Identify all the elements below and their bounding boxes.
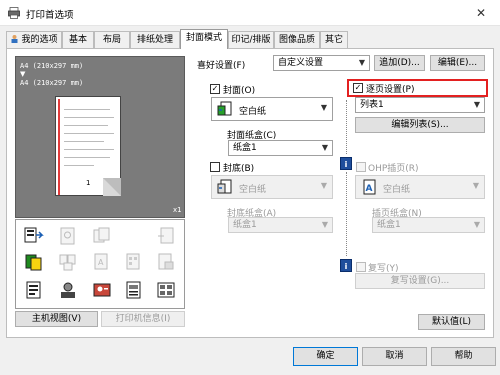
user-card-icon[interactable] xyxy=(58,280,78,300)
tab-label: 封面模式 xyxy=(185,33,222,43)
back-cover-paper-select[interactable]: 空白纸 ▼ xyxy=(211,175,333,199)
cover-page-icon xyxy=(217,179,232,194)
preview-paper-size-2: A4 (210x297 mm) xyxy=(20,79,84,87)
tab-other[interactable]: 其它 xyxy=(320,31,348,48)
page-curl xyxy=(103,178,121,196)
ok-button[interactable]: 确定 xyxy=(293,347,358,366)
chevron-down-icon: ▼ xyxy=(472,181,479,190)
tab-basic[interactable]: 基本 xyxy=(62,31,94,48)
ohp-checkbox[interactable] xyxy=(356,162,366,172)
per-page-list-select[interactable]: 列表1 ▼ xyxy=(355,97,485,113)
chevron-down-icon: ▼ xyxy=(473,100,480,109)
tab-my-options[interactable]: 我的选项 xyxy=(6,31,62,48)
back-cover-tray-select[interactable]: 纸盒1 ▼ xyxy=(228,217,333,233)
cover-page-icon xyxy=(217,101,232,116)
front-cover-checkbox[interactable]: ✓ xyxy=(210,84,220,94)
tab-label: 排纸处理 xyxy=(136,35,173,45)
separator xyxy=(346,100,347,154)
report-icon[interactable] xyxy=(124,280,144,300)
separator xyxy=(346,172,347,256)
ohp-tray-value: 纸盒1 xyxy=(377,220,401,230)
printer-view-button[interactable]: 主机视图(V) xyxy=(15,311,98,327)
stamp-icon xyxy=(60,227,75,245)
front-cover-paper-select[interactable]: 空白纸 ▼ xyxy=(211,97,333,121)
user-icon xyxy=(10,33,19,43)
feature-icon-grid: A xyxy=(15,219,185,309)
focus-highlight xyxy=(347,79,488,97)
ohp-paper-select[interactable]: A 空白纸 ▼ xyxy=(355,175,485,199)
chevron-down-icon: ▼ xyxy=(320,181,327,190)
tab-finishing[interactable]: 排纸处理 xyxy=(130,31,180,48)
help-button[interactable]: 帮助 xyxy=(431,347,496,366)
preview-page: 1 xyxy=(55,96,121,196)
info-icon[interactable]: i xyxy=(340,259,352,272)
favorites-select[interactable]: 自定义设置 ▼ xyxy=(273,55,370,71)
favorites-value: 自定义设置 xyxy=(278,58,324,68)
ohp-label: OHP插页(R) xyxy=(368,164,419,174)
ohp-paper-value: 空白纸 xyxy=(383,185,411,195)
document-icon[interactable] xyxy=(24,280,44,300)
cancel-button[interactable]: 取消 xyxy=(362,347,427,366)
svg-text:A: A xyxy=(98,258,104,267)
chevron-down-icon: ▼ xyxy=(473,220,480,229)
front-cover-label: 封面(O) xyxy=(223,86,256,96)
carbon-copy-checkbox[interactable] xyxy=(356,262,366,272)
add-favorite-button[interactable]: 追加(D)... xyxy=(374,55,425,71)
preview-scale: x1 xyxy=(173,206,182,214)
printer-info-button[interactable]: 打印机信息(I) xyxy=(101,311,185,327)
binding-margin xyxy=(58,99,60,195)
image-shift-icon xyxy=(158,227,174,244)
tab-label: 其它 xyxy=(324,35,343,45)
arrow-down-icon: ▼ xyxy=(20,70,26,78)
tab-stamp-composition[interactable]: 印记/排版 xyxy=(228,31,274,48)
ohp-tray-select[interactable]: 纸盒1 ▼ xyxy=(372,217,485,233)
tab-image-quality[interactable]: 图像品质 xyxy=(274,31,320,48)
tab-label: 印记/排版 xyxy=(231,35,271,45)
front-cover-tray-select[interactable]: 纸盒1 ▼ xyxy=(228,140,333,156)
favorites-label: 喜好设置(F) xyxy=(197,61,246,71)
multi-page-icon xyxy=(59,254,76,271)
booklet-icon[interactable] xyxy=(24,226,44,246)
carbon-copy-settings-button[interactable]: 复写设置(G)... xyxy=(355,273,485,289)
front-cover-tray-value: 纸盒1 xyxy=(233,143,257,153)
copy-icon xyxy=(93,227,110,243)
title-bar: 打印首选项 ✕ xyxy=(0,0,500,26)
ohp-page-icon: A xyxy=(363,179,376,195)
grid-page-icon xyxy=(126,253,140,270)
chevron-down-icon: ▼ xyxy=(320,103,327,112)
tab-label: 我的选项 xyxy=(21,35,58,45)
chevron-down-icon: ▼ xyxy=(321,143,328,152)
lock-page-icon xyxy=(158,253,174,270)
printer-icon xyxy=(8,7,20,19)
chevron-down-icon: ▼ xyxy=(358,58,365,67)
svg-text:A: A xyxy=(366,184,373,194)
tab-cover-mode[interactable]: 封面模式 xyxy=(180,29,228,49)
front-cover-paper-value: 空白纸 xyxy=(239,107,267,117)
back-cover-tray-value: 纸盒1 xyxy=(233,220,257,230)
per-page-list-value: 列表1 xyxy=(360,100,384,110)
back-cover-checkbox[interactable] xyxy=(210,162,220,172)
id-badge-icon[interactable] xyxy=(92,280,112,300)
edit-favorite-button[interactable]: 编辑(E)... xyxy=(430,55,485,71)
tab-label: 图像品质 xyxy=(278,35,315,45)
tab-label: 布局 xyxy=(102,35,121,45)
preview-paper-size-1: A4 (210x297 mm) xyxy=(20,62,84,70)
color-page-icon[interactable] xyxy=(24,252,44,272)
chevron-down-icon: ▼ xyxy=(321,220,328,229)
window-title: 打印首选项 xyxy=(26,10,74,21)
tab-layout[interactable]: 布局 xyxy=(94,31,130,48)
back-cover-paper-value: 空白纸 xyxy=(239,185,267,195)
tab-label: 基本 xyxy=(68,35,87,45)
text-page-icon: A xyxy=(94,253,108,270)
info-icon[interactable]: i xyxy=(340,157,352,170)
preview-page-number: 1 xyxy=(86,179,91,187)
default-button[interactable]: 默认值(L) xyxy=(418,314,485,330)
close-icon[interactable]: ✕ xyxy=(470,4,492,22)
back-cover-label: 封底(B) xyxy=(223,164,255,174)
gallery-icon[interactable] xyxy=(156,280,176,300)
edit-list-button[interactable]: 编辑列表(S)... xyxy=(355,117,485,133)
